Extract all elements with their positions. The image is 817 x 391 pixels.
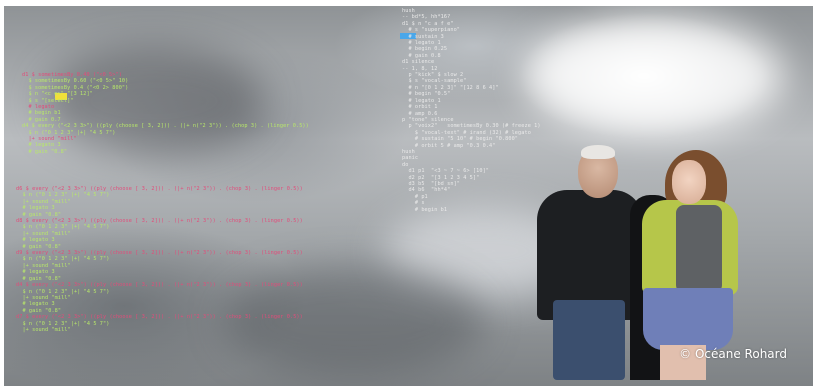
code-block-left-bottom: d6 $ every ("<2 3 3>") ((ply (choose [ 3… xyxy=(16,186,303,333)
code-line: # gain "0.8" xyxy=(22,148,68,155)
code-block-left-top: d1 $ sometimesBy 0.40 ("<0 5>") $ someti… xyxy=(22,72,309,155)
code-line: d7 $ every ("<2 3 3>") ((ply (choose [ 3… xyxy=(16,314,303,321)
code-line: d4 $ every ("<2 3 3>") ((ply (choose [ 3… xyxy=(16,282,303,289)
code-block-right: hush -- bd*5, hh*16? d1 $ n "c a f e" # s … xyxy=(402,8,541,213)
code-line: d4 $ every ("<2 3 3>") ((ply (choose [ 3… xyxy=(22,123,309,130)
photo-credit: © Océane Rohard xyxy=(679,347,787,361)
code-line: p "voix2" sometimesBy 0.30 (# freeze 1) xyxy=(402,123,541,130)
code-line: |+ sound "mill" xyxy=(16,326,71,333)
code-line: # begin b1 xyxy=(402,206,448,213)
